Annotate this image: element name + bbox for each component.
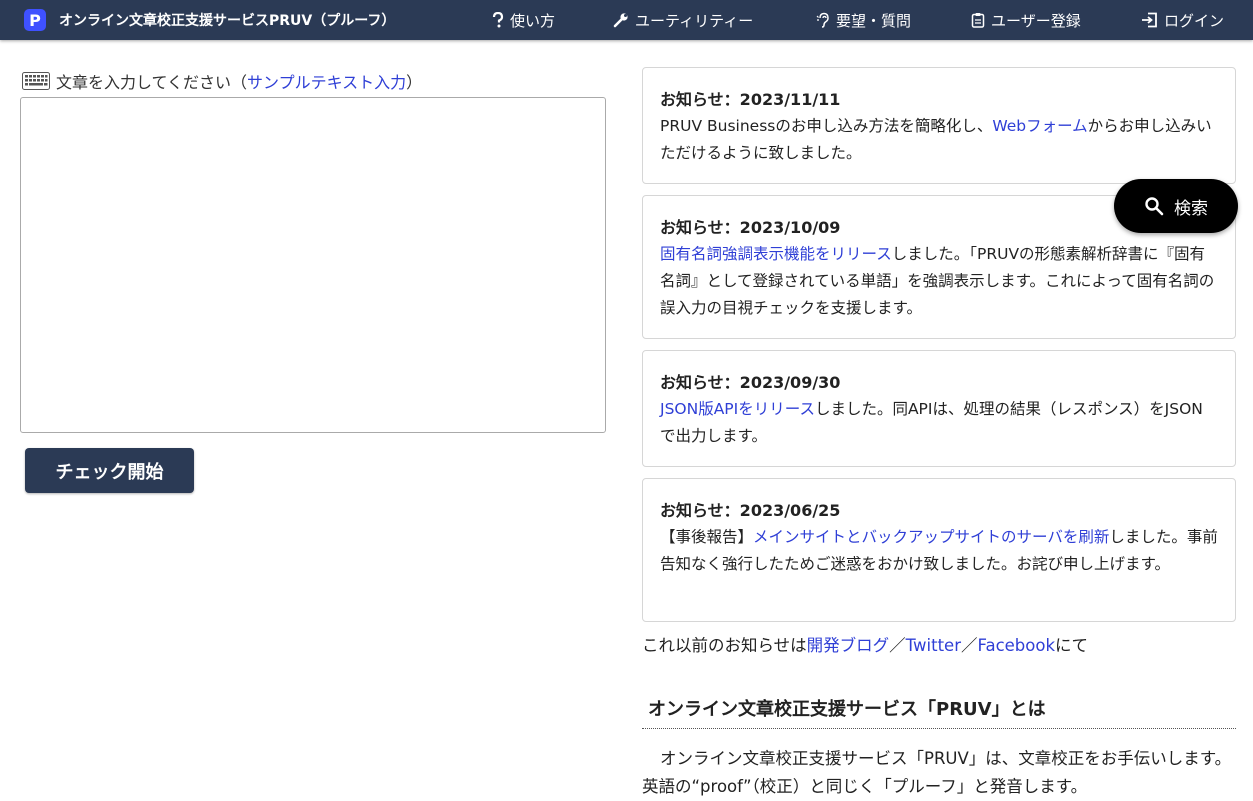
notice-text: 【事後報告】 xyxy=(660,528,754,546)
notice-body: 固有名詞強調表示機能をリリースしました。「PRUVの形態素解析辞書に『固有名詞』… xyxy=(660,241,1218,322)
search-button[interactable]: 検索 xyxy=(1114,179,1238,233)
dev-blog-link[interactable]: 開発ブログ xyxy=(807,636,890,655)
search-button-label: 検索 xyxy=(1174,198,1208,219)
notice-date: お知らせ：2023/06/25 xyxy=(660,501,841,520)
editor-label: 文章を入力してください（ サンプルテキスト入力） xyxy=(22,69,422,93)
text-input-area[interactable] xyxy=(20,97,606,433)
sample-text-link[interactable]: サンプルテキスト入力 xyxy=(247,69,406,93)
notice-date: お知らせ：2023/11/11 xyxy=(660,90,841,109)
nav-utility[interactable]: ユーティリティー xyxy=(613,0,753,40)
brand[interactable]: P オンライン文章校正支援サービスPRUV（プルーフ） xyxy=(24,0,395,40)
about-heading: オンライン文章校正支援サービス「PRUV」とは xyxy=(642,695,1236,729)
check-start-button[interactable]: チェック開始 xyxy=(25,448,194,493)
twitter-link[interactable]: Twitter xyxy=(906,636,961,655)
wrench-icon xyxy=(613,12,629,28)
search-icon xyxy=(1144,196,1164,216)
nav-login[interactable]: ログイン xyxy=(1141,0,1224,40)
nav-usage[interactable]: 使い方 xyxy=(492,0,555,40)
notice-card: お知らせ：2023/11/11 PRUV Businessのお申し込み方法を簡略… xyxy=(642,67,1236,184)
notice-date: お知らせ：2023/09/30 xyxy=(660,373,841,392)
older-notices: これ以前のお知らせは開発ブログ／Twitter／Facebookにて xyxy=(642,632,1088,656)
nav-utility-label: ユーティリティー xyxy=(635,11,754,30)
login-icon xyxy=(1141,12,1158,28)
ear-icon xyxy=(816,12,830,28)
nav-register-label: ユーザー登録 xyxy=(991,11,1081,30)
notice-body: PRUV Businessのお申し込み方法を簡略化し、Webフォームからお申し込… xyxy=(660,113,1218,167)
notice-link-proper-noun[interactable]: 固有名詞強調表示機能をリリース xyxy=(660,245,892,263)
clipboard-icon xyxy=(971,12,985,28)
separator: ／ xyxy=(889,636,906,655)
nav-register[interactable]: ユーザー登録 xyxy=(971,0,1081,40)
separator: ／ xyxy=(960,636,978,655)
pruv-logo: P xyxy=(24,9,46,31)
notice-link-webform[interactable]: Webフォーム xyxy=(992,117,1087,135)
notice-text: PRUV Businessのお申し込み方法を簡略化し、 xyxy=(660,117,993,135)
notice-link-server[interactable]: メインサイトとバックアップサイトのサーバを刷新 xyxy=(753,528,1109,546)
older-notices-prefix: これ以前のお知らせは xyxy=(642,636,807,655)
keyboard-icon xyxy=(22,72,50,90)
notice-body: 【事後報告】メインサイトとバックアップサイトのサーバを刷新しました。事前告知なく… xyxy=(660,524,1218,578)
editor-label-close: ） xyxy=(406,73,423,92)
about-text: オンライン文章校正支援サービス「PRUV」は、文章校正をお手伝いします。英語の“… xyxy=(642,749,1232,796)
editor-label-text: 文章を入力してください（ xyxy=(56,73,248,92)
nav-usage-label: 使い方 xyxy=(510,11,556,30)
nav-feedback[interactable]: 要望・質問 xyxy=(816,0,911,40)
nav-login-label: ログイン xyxy=(1164,11,1225,30)
brand-title: オンライン文章校正支援サービスPRUV（プルーフ） xyxy=(59,13,396,29)
notice-body: JSON版APIをリリースしました。同APIは、処理の結果（レスポンス）をJSO… xyxy=(660,396,1218,450)
notice-card: お知らせ：2023/06/25 【事後報告】メインサイトとバックアップサイトのサ… xyxy=(642,478,1236,622)
notice-card: お知らせ：2023/09/30 JSON版APIをリリースしました。同APIは、… xyxy=(642,350,1236,467)
facebook-link[interactable]: Facebook xyxy=(977,636,1055,655)
nav-feedback-label: 要望・質問 xyxy=(836,11,912,30)
notice-link-json-api[interactable]: JSON版APIをリリース xyxy=(660,400,815,418)
older-notices-suffix: にて xyxy=(1055,636,1089,655)
question-icon xyxy=(492,12,504,28)
top-navbar: P オンライン文章校正支援サービスPRUV（プルーフ） 使い方 ユーティリティー… xyxy=(0,0,1253,40)
